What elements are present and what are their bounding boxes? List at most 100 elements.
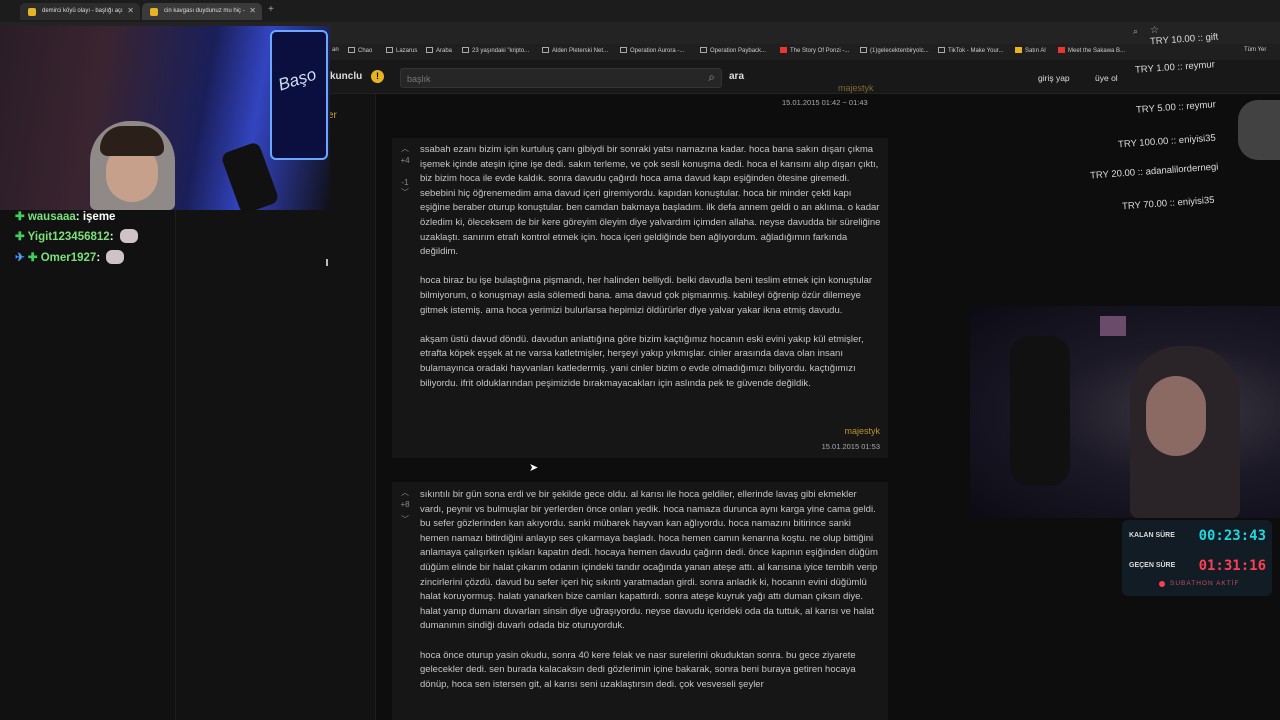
search-input[interactable]: başlık ⌕ xyxy=(400,68,722,88)
favicon-icon xyxy=(28,8,36,16)
guest-face xyxy=(1146,376,1206,456)
downvote-count: -1 xyxy=(401,178,409,187)
donation-item: TRY 70.00 :: eniyisi35 xyxy=(1121,194,1215,213)
bookmark[interactable]: Lazarus xyxy=(386,47,417,54)
donation-item: TRY 5.00 :: reymur xyxy=(1135,99,1217,116)
browser-tab-1[interactable]: demirci köyü olayı - başlığı açı ✕ xyxy=(20,3,140,20)
bookmark[interactable]: Chao xyxy=(348,47,372,54)
upvote-count: +8 xyxy=(400,500,410,509)
scrollbar-thumb[interactable] xyxy=(326,259,328,266)
youtube-icon xyxy=(780,47,787,53)
entry-body: sıkıntılı bir gün sona erdi ve bir şekil… xyxy=(420,488,882,707)
streamer-webcam: Başo xyxy=(0,26,330,215)
search-button[interactable]: ara xyxy=(729,71,744,82)
close-icon[interactable]: ✕ xyxy=(249,6,256,15)
donation-item: TRY 100.00 :: eniyisi35 xyxy=(1117,132,1217,151)
entry-card: ︿ +4 -1 ﹀ ssabah ezanı bizim için kurtul… xyxy=(392,138,888,458)
entry-author[interactable]: majestyk xyxy=(844,426,880,436)
folder-icon xyxy=(386,47,393,53)
chat-username: Yigit123456812 xyxy=(27,231,110,243)
entry-paragraph: sıkıntılı bir gün sona erdi ve bir şekil… xyxy=(420,489,878,632)
bookmark[interactable]: Operation Payback... xyxy=(700,47,766,54)
info-icon[interactable]: ! xyxy=(371,70,384,83)
page-icon xyxy=(542,47,549,53)
bookmark[interactable]: an xyxy=(332,47,339,53)
entry-paragraph: hoca önce oturup yasin okudu, sonra 40 k… xyxy=(420,649,856,690)
neon-sign-text: Başo xyxy=(275,64,319,95)
search-icon[interactable]: ⌕ xyxy=(708,70,715,85)
streamer-hair xyxy=(100,126,164,156)
close-icon[interactable]: ✕ xyxy=(127,6,134,15)
chat-username: Omer1927 xyxy=(40,252,97,264)
remaining-time: 00:23:43 xyxy=(1198,528,1266,544)
site-logo[interactable]: kunclu xyxy=(330,71,362,82)
chat-text: işeme xyxy=(82,211,116,223)
browser-tab-bar: demirci köyü olayı - başlığı açı ✕ cin k… xyxy=(0,0,1280,22)
guest-webcam xyxy=(970,306,1280,518)
star-icon[interactable]: ☆ xyxy=(1150,25,1159,36)
sword-badge-icon: ✈ xyxy=(15,252,28,264)
entry-paragraph: hoca biraz bu işe bulaştığına pişmandı, … xyxy=(420,275,873,316)
subathon-status: SUBATHON AKTİF xyxy=(1170,580,1240,587)
elapsed-time: 01:31:16 xyxy=(1198,558,1266,574)
bookmark[interactable]: Alden Pleterski Net... xyxy=(542,47,608,54)
zoom-icon[interactable]: ⌕ xyxy=(1133,26,1138,37)
tab-title: demirci köyü olayı - başlığı açı xyxy=(42,8,123,14)
new-tab-icon[interactable]: + xyxy=(268,4,274,15)
badge-icon: ✚ xyxy=(15,211,28,223)
chat-message: ✚ wausaaa: işeme xyxy=(15,211,116,223)
badge-icon: ✚ xyxy=(27,252,41,264)
live-dot-icon xyxy=(1159,581,1165,587)
folder-icon xyxy=(426,47,433,53)
chat-message: ✚ Yigit123456812: xyxy=(15,229,138,243)
browser-tab-2[interactable]: cin kavgası duydunuz mu hiç - ✕ xyxy=(142,3,262,20)
subathon-timer: KALAN SÜRE 00:23:43 GEÇEN SÜRE 01:31:16 … xyxy=(1122,520,1272,596)
bookmark[interactable]: TikTok - Make Your... xyxy=(938,47,1003,54)
neon-sign: Başo xyxy=(270,30,328,160)
entry-body: ssabah ezanı bizim için kurtuluş çanı gi… xyxy=(420,143,882,406)
folder-icon xyxy=(462,47,469,53)
entry-paragraph: ssabah ezanı bizim için kurtuluş çanı gi… xyxy=(420,144,881,258)
badge-icon: ✚ xyxy=(15,231,28,243)
bookmark[interactable]: Araba xyxy=(426,47,452,54)
tab-title: cin kavgası duydunuz mu hiç - xyxy=(164,8,245,14)
upvote-chevron-icon[interactable]: ︿ xyxy=(398,487,412,498)
entry-paragraph: akşam üstü davud döndü. davudun anlattığ… xyxy=(420,333,864,389)
page-icon xyxy=(700,47,707,53)
donation-item: TRY 20.00 :: adanalilordernegi xyxy=(1089,161,1219,182)
elapsed-label: GEÇEN SÜRE xyxy=(1129,562,1176,569)
chat-message: ✈ ✚ Omer1927: xyxy=(15,250,125,264)
bookmark[interactable]: Satın Al xyxy=(1015,47,1046,54)
entry-date[interactable]: 15.01.2015 01:42 ~ 01:43 xyxy=(782,98,868,107)
favicon-icon xyxy=(150,8,158,16)
page-icon xyxy=(620,47,627,53)
upvote-count: +4 xyxy=(400,156,410,165)
page-icon xyxy=(1015,47,1022,53)
bookmark[interactable]: Tüm Yer xyxy=(1244,47,1266,53)
bookmark[interactable]: 23 yaşındaki "kripto... xyxy=(462,47,529,54)
upvote-chevron-icon[interactable]: ︿ xyxy=(398,143,412,154)
donation-avatar xyxy=(1238,100,1280,160)
emote-icon xyxy=(119,229,138,243)
cursor-icon: ➤ xyxy=(529,462,539,474)
entry-date[interactable]: 15.01.2015 01:53 xyxy=(822,442,880,451)
bookmark[interactable]: Operation Aurora -... xyxy=(620,47,684,54)
background-frame xyxy=(1100,316,1126,336)
bookmark[interactable]: The Story Of Ponzi -... xyxy=(780,47,849,54)
remaining-label: KALAN SÜRE xyxy=(1129,532,1175,539)
page-icon xyxy=(860,47,867,53)
entry-author[interactable]: majestyk xyxy=(838,83,874,93)
entry-card: ︿ +8 ﹀ sıkıntılı bir gün sona erdi ve bi… xyxy=(392,482,888,720)
bookmark[interactable]: Meet the Sakawa B... xyxy=(1058,47,1125,54)
emote-icon xyxy=(106,250,125,264)
signup-link[interactable]: üye ol xyxy=(1095,73,1118,83)
login-link[interactable]: giriş yap xyxy=(1038,73,1070,83)
chair xyxy=(1010,336,1070,486)
tiktok-icon xyxy=(938,47,945,53)
bookmark[interactable]: (1)gelecektenbiryolc... xyxy=(860,47,929,54)
downvote-chevron-icon[interactable]: ﹀ xyxy=(398,514,412,525)
search-placeholder: başlık xyxy=(407,74,431,84)
downvote-chevron-icon[interactable]: ﹀ xyxy=(398,187,412,198)
folder-icon xyxy=(348,47,355,53)
youtube-icon xyxy=(1058,47,1065,53)
